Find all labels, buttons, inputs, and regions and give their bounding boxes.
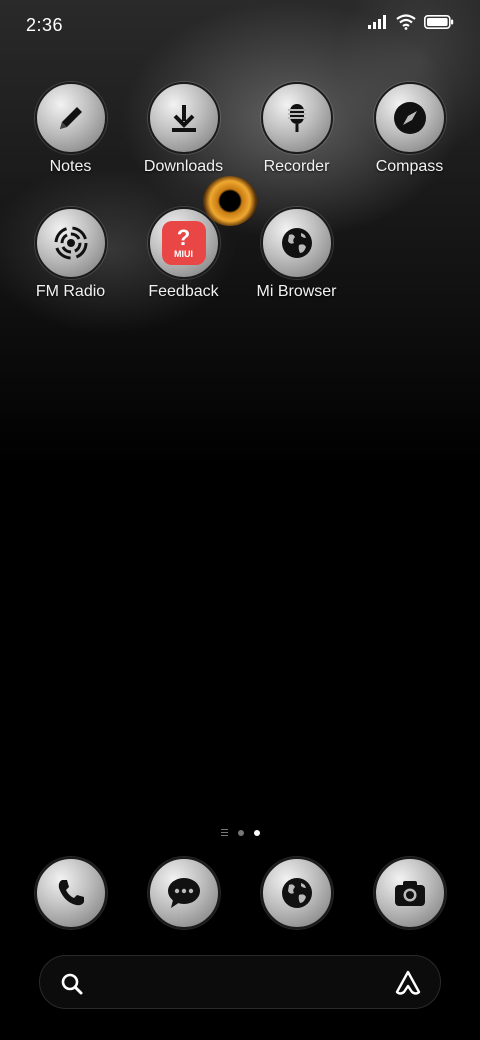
assistant-icon[interactable] [394,970,422,996]
status-time: 2:36 [26,15,64,35]
dock-camera[interactable] [374,857,446,929]
status-bar: 2:36 [0,0,480,50]
notes-app-icon[interactable] [34,82,107,154]
status-icons [368,14,454,30]
app-label: Notes [49,158,92,175]
app-list-indicator-icon[interactable] [220,829,228,836]
compass-icon [393,102,426,134]
dock-messages[interactable] [148,857,220,929]
compass-app-icon[interactable] [373,82,446,154]
feedback-icon: ? MIUI [161,221,206,265]
page-dot-2-active[interactable] [253,829,260,836]
messages-icon [168,878,200,908]
page-dot-1[interactable] [237,829,244,836]
app-label: Compass [375,158,444,175]
app-label: Recorder [263,158,330,175]
app-notes[interactable]: Notes [14,82,127,176]
recorder-app-icon[interactable] [260,82,333,154]
mi-browser-app-icon[interactable] [260,207,333,279]
dock [0,857,480,929]
app-feedback[interactable]: ? MIUI Feedback [127,207,240,301]
battery-icon [424,15,454,29]
radio-icon [54,226,87,260]
camera-icon [395,881,425,906]
wifi-icon [396,14,416,30]
dock-browser[interactable] [261,857,333,929]
download-icon [171,105,196,132]
app-label: FM Radio [35,283,106,300]
dock-phone[interactable] [35,857,107,929]
feedback-miui-text: MIUI [174,249,193,259]
search-icon[interactable] [60,972,84,996]
microphone-icon [287,104,306,132]
globe-icon [281,228,312,258]
feedback-question-mark: ? [176,225,191,250]
search-bar[interactable] [39,955,441,1009]
app-label: Downloads [143,158,224,175]
app-compass[interactable]: Compass [353,82,466,176]
app-downloads[interactable]: Downloads [127,82,240,176]
app-label: Mi Browser [256,283,337,300]
globe-icon [282,878,312,908]
pencil-icon [59,107,82,129]
fm-radio-app-icon[interactable] [34,207,107,279]
app-recorder[interactable]: Recorder [240,82,353,176]
feedback-app-icon[interactable]: ? MIUI [147,207,220,279]
downloads-app-icon[interactable] [147,82,220,154]
signal-icon [368,15,386,29]
phone-icon [58,880,84,906]
app-mi-browser[interactable]: Mi Browser [240,207,353,301]
app-label: Feedback [148,283,219,300]
page-indicator[interactable] [0,829,480,836]
app-fm-radio[interactable]: FM Radio [14,207,127,301]
